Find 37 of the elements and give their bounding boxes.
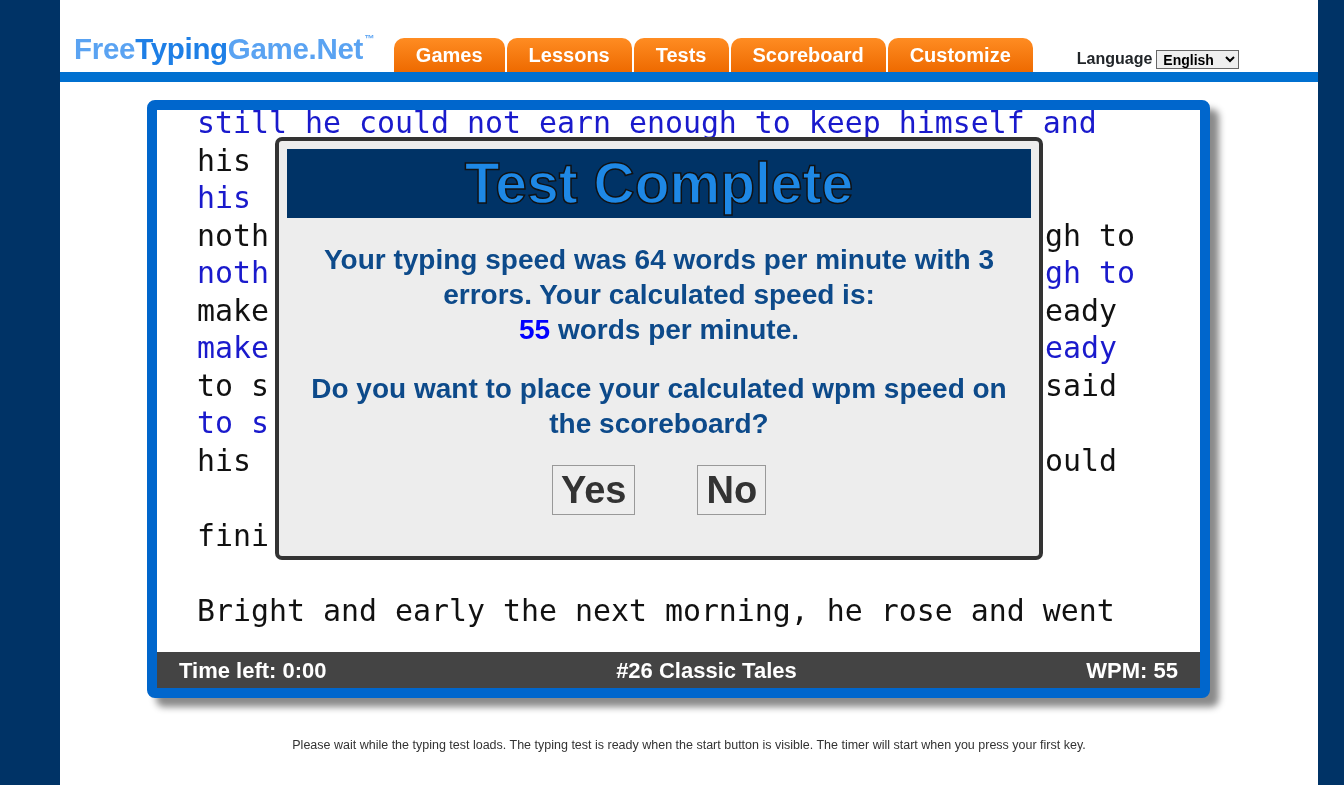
passage-text: to s — [197, 366, 269, 404]
passage-text: said — [1045, 366, 1117, 404]
typed-text: make — [197, 329, 269, 367]
passage-text: gh to — [1045, 216, 1135, 254]
passage-text: Bright and early the next morning, he rose and went — [197, 592, 1115, 628]
passage-text: fini — [197, 517, 269, 553]
no-button[interactable]: No — [697, 465, 767, 515]
nav-tab[interactable]: Tests — [633, 38, 729, 72]
test-name: #26 Classic Tales — [616, 656, 797, 685]
language-label: Language — [1076, 49, 1153, 69]
typed-text: noth — [197, 254, 269, 292]
typed-text: his — [197, 180, 251, 215]
typed-text: still he could not earn enough to keep himself and — [197, 110, 1097, 140]
time-left: Time left: 0:00 — [179, 656, 327, 685]
nav-tab[interactable]: Lessons — [506, 38, 632, 72]
wpm-reading: WPM: 55 — [1086, 656, 1178, 685]
language-dropdown[interactable]: English — [1156, 49, 1240, 69]
result-message: Your typing speed was 64 words per minute with 3 errors. Your calculated speed is: — [322, 243, 996, 312]
loading-note: Please wait while the typing test loads. The typing test is ready when the start button is visible. The timer will start when you press your first key. — [291, 737, 1087, 754]
calculated-speed: 55 words per minute. — [517, 313, 801, 347]
typed-text: eady — [1045, 329, 1117, 367]
passage-text: his — [197, 142, 251, 178]
passage-text: his — [197, 441, 251, 479]
passage-text: eady — [1045, 291, 1117, 329]
passage-text: noth — [197, 216, 269, 254]
dialog-title: Test Complete — [287, 149, 1031, 218]
typed-text: to s — [197, 405, 269, 440]
passage-text: make — [197, 291, 269, 329]
scoreboard-question: Do you want to place your calculated wpm speed on the scoreboard? — [310, 372, 1008, 441]
yes-button[interactable]: Yes — [551, 465, 636, 515]
passage-text: ould — [1045, 441, 1117, 479]
trademark-sign: ™ — [364, 34, 374, 44]
nav-tab[interactable]: Games — [393, 38, 505, 72]
nav-tab[interactable]: Customize — [887, 38, 1033, 72]
typed-text: gh to — [1045, 254, 1135, 292]
site-logo[interactable]: FreeTypingGame.Net — [74, 34, 364, 64]
nav-tab[interactable]: Scoreboard — [730, 38, 886, 72]
